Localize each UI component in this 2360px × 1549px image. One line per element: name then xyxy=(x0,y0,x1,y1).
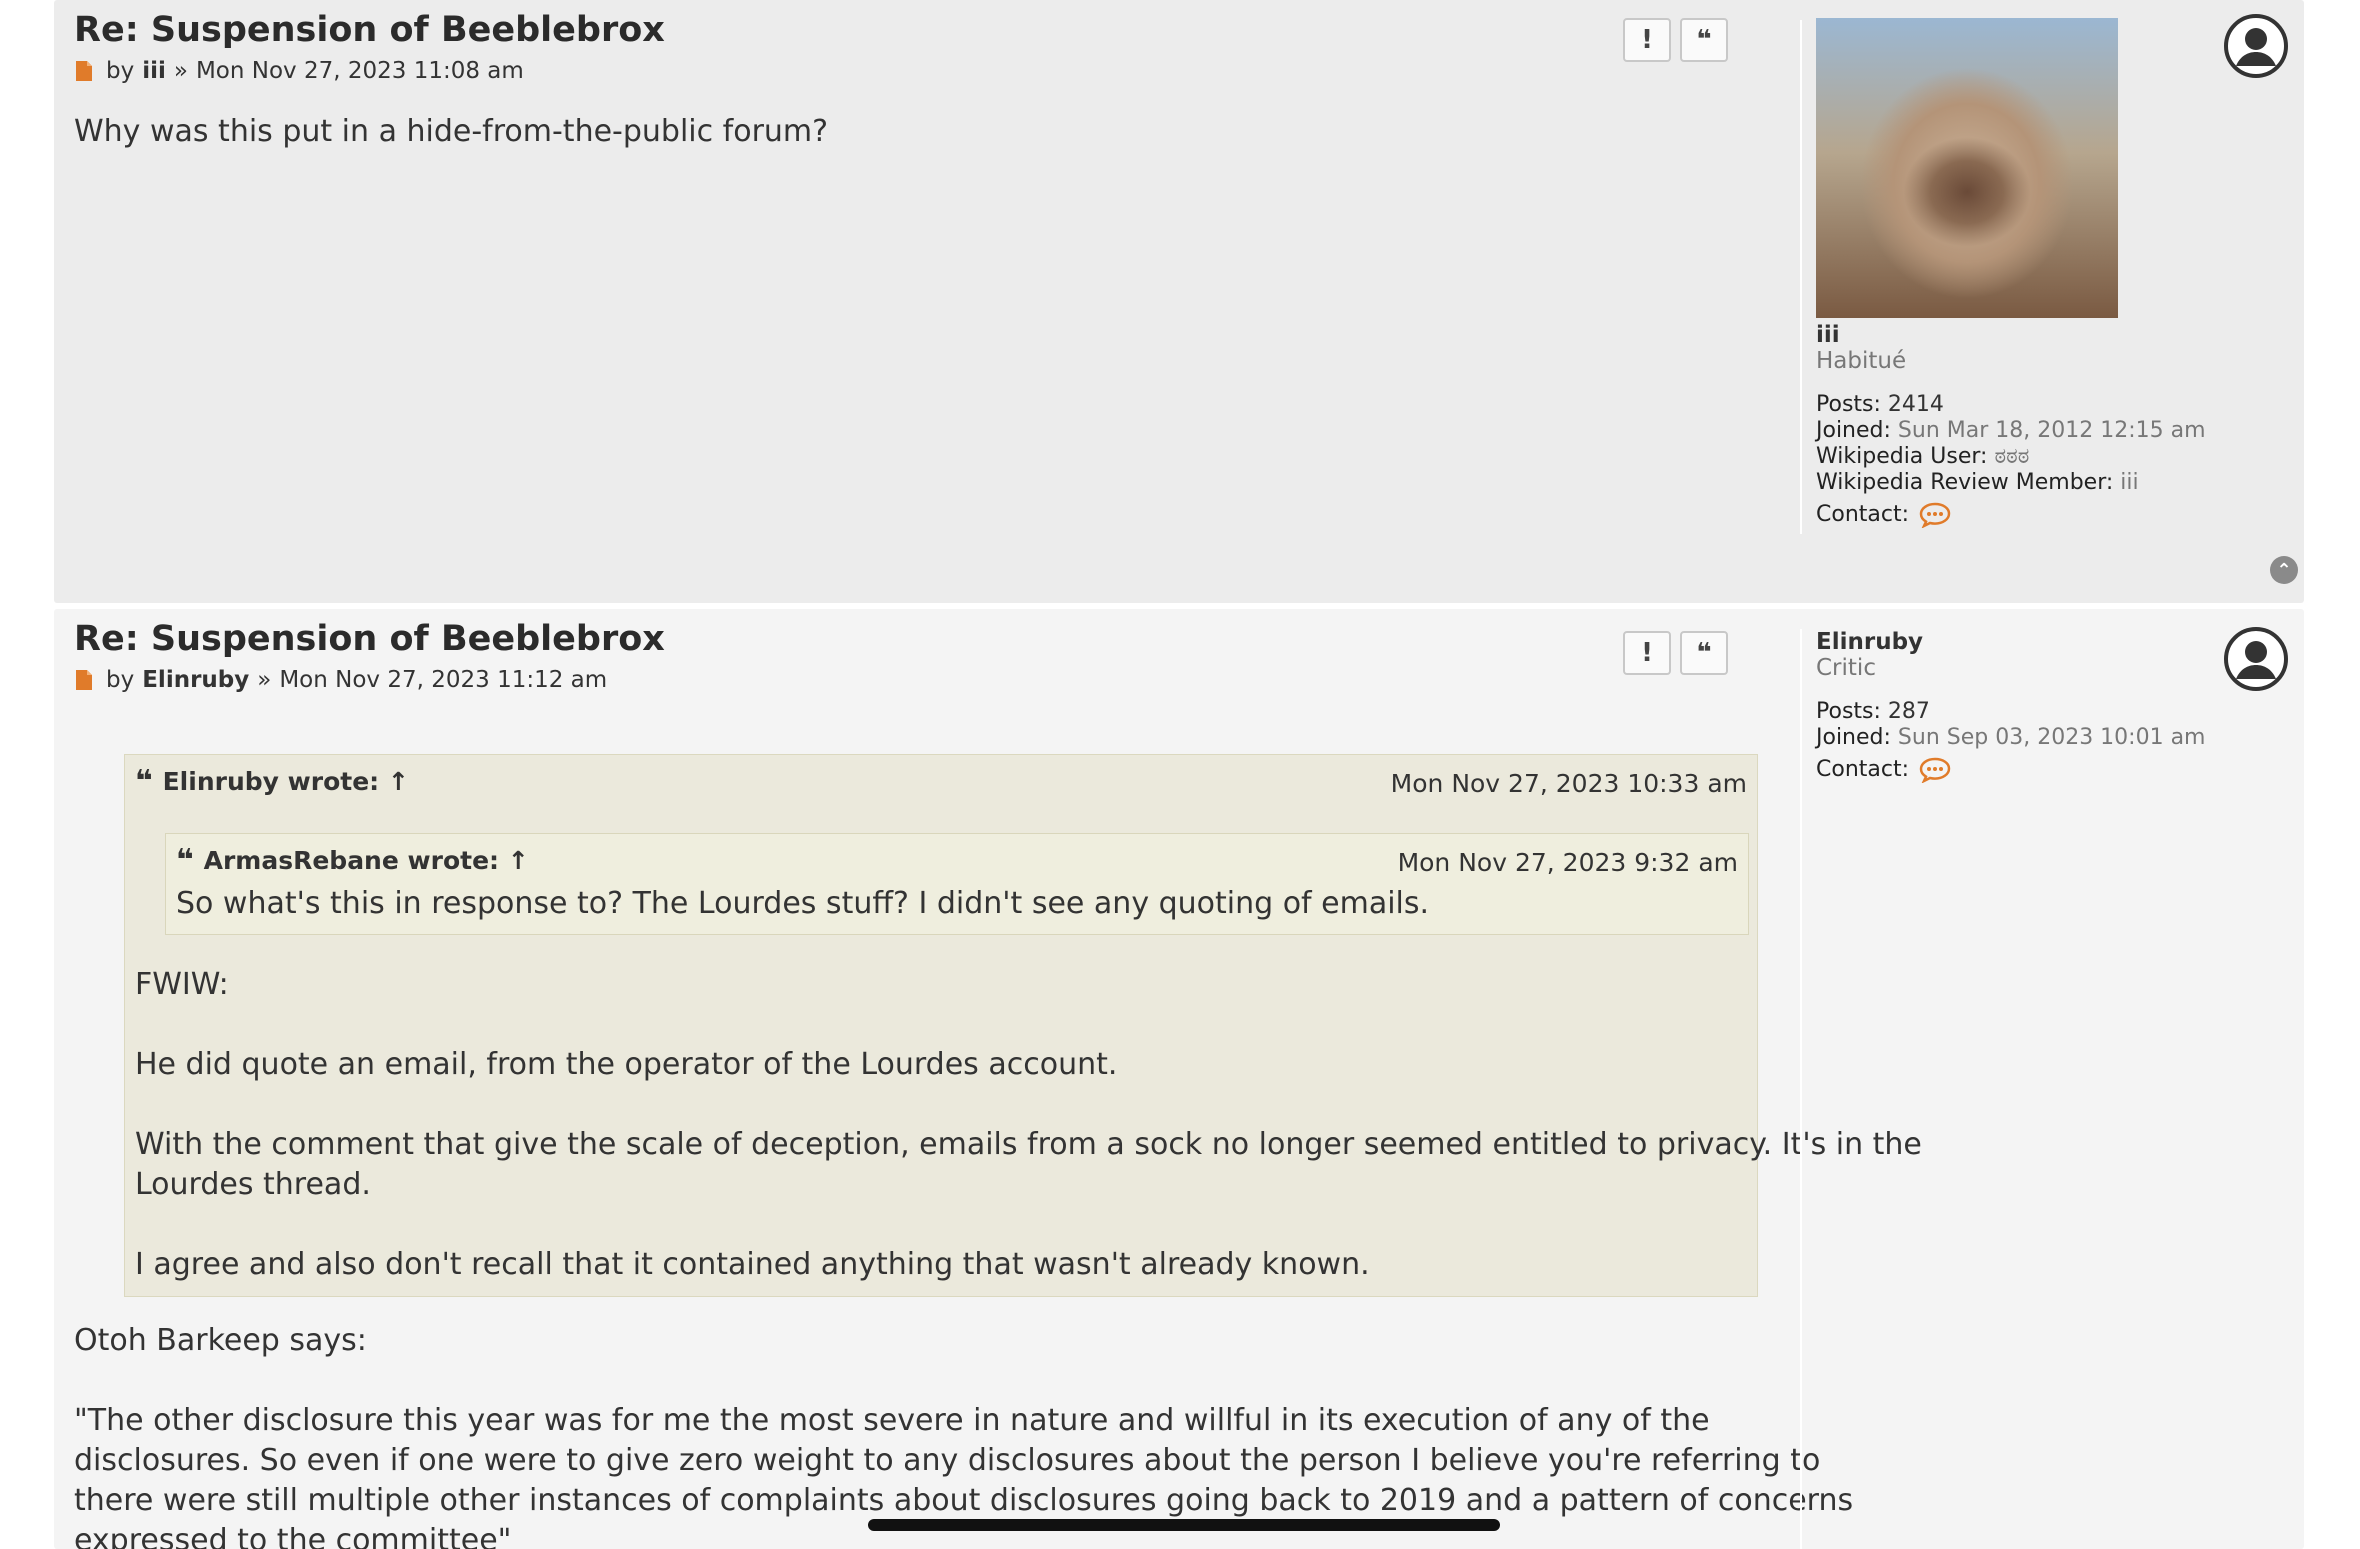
post-title[interactable]: Re: Suspension of Beeblebrox xyxy=(74,10,665,50)
profile-divider xyxy=(1800,629,1802,1549)
quote-text: So what's this in response to? The Lourd… xyxy=(176,886,1430,921)
quote-paragraph: I agree and also don't recall that it co… xyxy=(135,1247,1370,1282)
quote-paragraph: He did quote an email, from the operator… xyxy=(135,1047,1118,1082)
user-avatar-icon[interactable] xyxy=(2224,627,2288,691)
post-body-paragraph: there were still multiple other instance… xyxy=(74,1483,1854,1518)
profile-posts: Posts: 2414 xyxy=(1816,392,1944,417)
post-date: Mon Nov 27, 2023 11:12 am xyxy=(279,667,608,693)
quote-header: ❝ Elinruby wrote: ↑ xyxy=(135,763,409,799)
quote-author-link[interactable]: Elinruby wrote: ↑ xyxy=(163,767,409,796)
post-date: Mon Nov 27, 2023 11:08 am xyxy=(195,58,524,84)
post-2: Re: Suspension of Beeblebrox by Elinruby… xyxy=(54,609,2304,1549)
profile-joined: Joined: Sun Mar 18, 2012 12:15 am xyxy=(1816,418,2206,443)
post-meta: by Elinruby » Mon Nov 27, 2023 11:12 am xyxy=(76,667,607,693)
profile-divider xyxy=(1800,20,1802,534)
post-document-icon[interactable] xyxy=(76,670,92,690)
back-to-top-icon[interactable]: ⌃ xyxy=(2270,556,2298,584)
date-separator: » xyxy=(257,667,272,693)
report-icon: ! xyxy=(1641,638,1653,668)
profile-contact: Contact: xyxy=(1816,502,2206,528)
quote-time: Mon Nov 27, 2023 10:33 am xyxy=(1390,769,1747,798)
by-label: by xyxy=(106,667,135,693)
quote-icon: ❝ xyxy=(1696,638,1712,668)
contact-chat-icon[interactable] xyxy=(1919,502,1951,528)
report-button[interactable]: ! xyxy=(1623,631,1671,675)
profile-rank: Habitué xyxy=(1816,348,1907,374)
quote-button[interactable]: ❝ xyxy=(1680,18,1728,62)
profile-wikipedia-user: Wikipedia User: ಠಠಠ xyxy=(1816,444,2030,469)
post-body-paragraph: "The other disclosure this year was for … xyxy=(74,1403,1710,1438)
profile-wr-member: Wikipedia Review Member: iii xyxy=(1816,470,2139,495)
profile-username[interactable]: Elinruby xyxy=(1816,629,2206,655)
profile-contact: Contact: xyxy=(1816,757,2206,783)
user-profile: Elinruby Critic Posts: 287 Joined: Sun S… xyxy=(1816,629,2206,783)
author-link[interactable]: iii xyxy=(142,58,166,84)
report-button[interactable]: ! xyxy=(1623,18,1671,62)
post-document-icon[interactable] xyxy=(76,61,92,81)
profile-username[interactable]: iii xyxy=(1816,322,2206,348)
quote-header: ❝ ArmasRebane wrote: ↑ xyxy=(176,842,529,878)
post-meta: by iii » Mon Nov 27, 2023 11:08 am xyxy=(76,58,524,84)
quote-mark-icon: ❝ xyxy=(176,842,194,878)
contact-chat-icon[interactable] xyxy=(1919,757,1951,783)
profile-posts: Posts: 287 xyxy=(1816,699,1930,724)
profile-joined: Joined: Sun Sep 03, 2023 10:01 am xyxy=(1816,725,2206,750)
report-icon: ! xyxy=(1641,25,1653,55)
quote-time: Mon Nov 27, 2023 9:32 am xyxy=(1397,848,1738,877)
post-body: Why was this put in a hide-from-the-publ… xyxy=(74,114,829,149)
quote-paragraph: With the comment that give the scale of … xyxy=(135,1127,1922,1162)
quote-icon: ❝ xyxy=(1696,25,1712,55)
outer-quote: ❝ Elinruby wrote: ↑ Mon Nov 27, 2023 10:… xyxy=(124,754,1922,1297)
profile-posts-count[interactable]: 287 xyxy=(1888,699,1930,724)
profile-posts-count[interactable]: 2414 xyxy=(1888,392,1944,417)
user-avatar-photo[interactable] xyxy=(1816,18,2118,318)
post-body-paragraph: Otoh Barkeep says: xyxy=(74,1323,367,1358)
post-title[interactable]: Re: Suspension of Beeblebrox xyxy=(74,619,665,659)
quote-paragraph: Lourdes thread. xyxy=(135,1167,371,1202)
quote-button[interactable]: ❝ xyxy=(1680,631,1728,675)
by-label: by xyxy=(106,58,135,84)
quote-paragraph: FWIW: xyxy=(135,967,229,1002)
inner-quote: ❝ ArmasRebane wrote: ↑ Mon Nov 27, 2023 … xyxy=(165,833,1749,935)
author-link[interactable]: Elinruby xyxy=(142,667,249,693)
user-avatar-icon[interactable] xyxy=(2224,14,2288,78)
post-body-paragraph: disclosures. So even if one were to give… xyxy=(74,1443,1821,1478)
profile-rank: Critic xyxy=(1816,655,1876,681)
quote-author-link[interactable]: ArmasRebane wrote: ↑ xyxy=(204,846,529,875)
user-profile: iii Habitué Posts: 2414 Joined: Sun Mar … xyxy=(1816,322,2206,528)
post-1: Re: Suspension of Beeblebrox by iii » Mo… xyxy=(54,0,2304,603)
date-separator: » xyxy=(173,58,188,84)
quote-mark-icon: ❝ xyxy=(135,763,153,799)
home-indicator-bar[interactable] xyxy=(868,1519,1500,1531)
